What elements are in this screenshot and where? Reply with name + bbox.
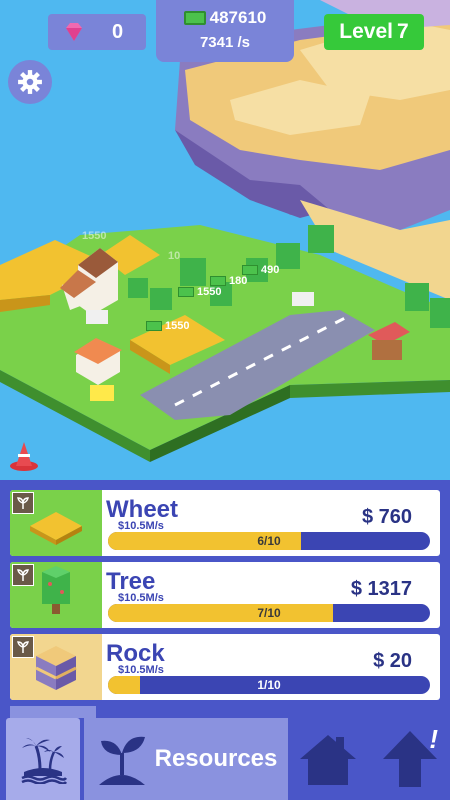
sprout-icon [98,736,145,785]
upgrade-tab[interactable]: ! [372,718,448,800]
island-map [0,0,450,462]
truck [86,310,108,324]
gem-count: 0 [112,20,124,43]
game-scene[interactable]: 1550 10 1550 180 490 1550 [0,0,450,480]
progress-text: 7/10 [257,606,281,620]
gem-counter[interactable]: 0 [48,14,146,50]
resource-card-tree[interactable]: Tree $10.5M/s $ 1317 7/10 [10,562,440,628]
income-label: 180 [210,275,247,287]
upgrade-price: $ 760 [361,506,412,528]
level-label: Level [339,20,393,43]
resource-rate: $10.5M/s [118,520,164,532]
resource-card-wheet[interactable]: Wheet $10.5M/s $ 760 6/10 [10,490,440,556]
resource-rate: $10.5M/s [118,664,164,676]
gem-icon [66,23,82,41]
upgrade-progress-bar: 1/10 [108,676,430,694]
house-icon [300,735,356,785]
money-amount: 487610 [209,8,267,27]
income-rate: 7341 /s [199,34,251,51]
money-display: 487610 7341 /s [156,0,294,62]
progress-text: 1/10 [257,678,281,692]
sprout-icon [12,636,34,658]
sprout-icon [12,564,34,586]
truck [292,292,314,306]
sprout-icon [12,492,34,514]
island-icon [21,738,68,784]
resources-tab[interactable]: Resources [84,718,288,800]
level-value: 7 [397,20,409,43]
gear-icon [18,70,42,94]
level-badge: Level 7 [324,14,424,50]
resource-rate: $10.5M/s [118,592,164,604]
resource-card-rock[interactable]: Rock $10.5M/s $ 20 1/10 [10,634,440,700]
income-label: 1550 [178,286,221,298]
income-label: 10 [168,250,181,262]
upgrade-price: $ 1317 [350,578,412,600]
bottom-nav: Resources ! [0,718,450,800]
progress-text: 6/10 [257,534,281,548]
buildings-tab[interactable] [292,718,364,800]
settings-button[interactable] [8,60,52,104]
upgrade-progress-bar: 7/10 [108,604,430,622]
scroll-peek [10,706,96,718]
income-label: 1550 [146,320,189,332]
alert-badge: ! [429,724,438,754]
island-tab[interactable] [6,718,80,800]
resources-tab-label: Resources [154,745,278,772]
income-label: 1550 [82,230,107,242]
income-label: 490 [242,264,279,276]
buoy-icon[interactable] [8,438,40,472]
upgrade-progress-bar: 6/10 [108,532,430,550]
upgrade-price: $ 20 [373,650,412,672]
cash-icon [183,11,206,25]
